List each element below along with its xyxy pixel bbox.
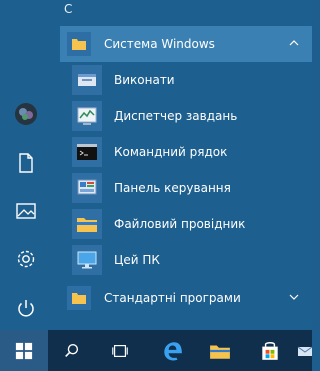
edge-icon[interactable] [148,330,196,371]
app-label: Командний рядок [114,145,228,159]
file-explorer-icon [72,209,102,239]
settings-icon[interactable] [13,246,39,272]
group-label: Система Windows [104,37,215,51]
app-item-control-panel[interactable]: Панель керування [60,170,312,206]
file-explorer-icon[interactable] [196,330,244,371]
app-list: Система Windows Виконати Диспетчер завда… [60,24,312,316]
start-menu: С Система Windows Виконати Диспетчер зав… [0,0,312,330]
app-label: Цей ПК [114,253,160,267]
group-label: Стандартні програми [104,291,241,305]
app-label: Виконати [114,73,175,87]
search-icon[interactable] [48,330,96,371]
avatar[interactable] [13,101,39,127]
document-icon[interactable] [13,150,39,176]
command-prompt-icon [72,137,102,167]
app-item-run[interactable]: Виконати [60,62,312,98]
mail-icon[interactable] [296,330,312,371]
pictures-icon[interactable] [13,198,39,224]
windows-start-icon[interactable] [0,330,48,371]
group-system-windows[interactable]: Система Windows [60,26,312,62]
this-pc-icon [72,245,102,275]
task-view-icon[interactable] [96,330,144,371]
folder-icon [66,31,92,57]
control-panel-icon [72,173,102,203]
app-item-command-prompt[interactable]: Командний рядок [60,134,312,170]
start-left-rail [0,0,52,330]
app-item-file-explorer[interactable]: Файловий провідник [60,206,312,242]
store-icon[interactable] [246,330,294,371]
taskbar [0,330,312,371]
app-label: Файловий провідник [114,217,246,231]
app-label: Диспетчер завдань [114,109,238,123]
app-label: Панель керування [114,181,231,195]
folder-icon [66,285,92,311]
power-icon[interactable] [13,295,39,321]
group-accessories[interactable]: Стандартні програми [60,280,312,316]
app-item-this-pc[interactable]: Цей ПК [60,242,312,278]
task-manager-icon [72,101,102,131]
run-icon [72,65,102,95]
chevron-down-icon[interactable] [288,291,300,303]
chevron-up-icon[interactable] [288,37,300,49]
app-item-task-manager[interactable]: Диспетчер завдань [60,98,312,134]
section-letter[interactable]: С [64,2,72,16]
